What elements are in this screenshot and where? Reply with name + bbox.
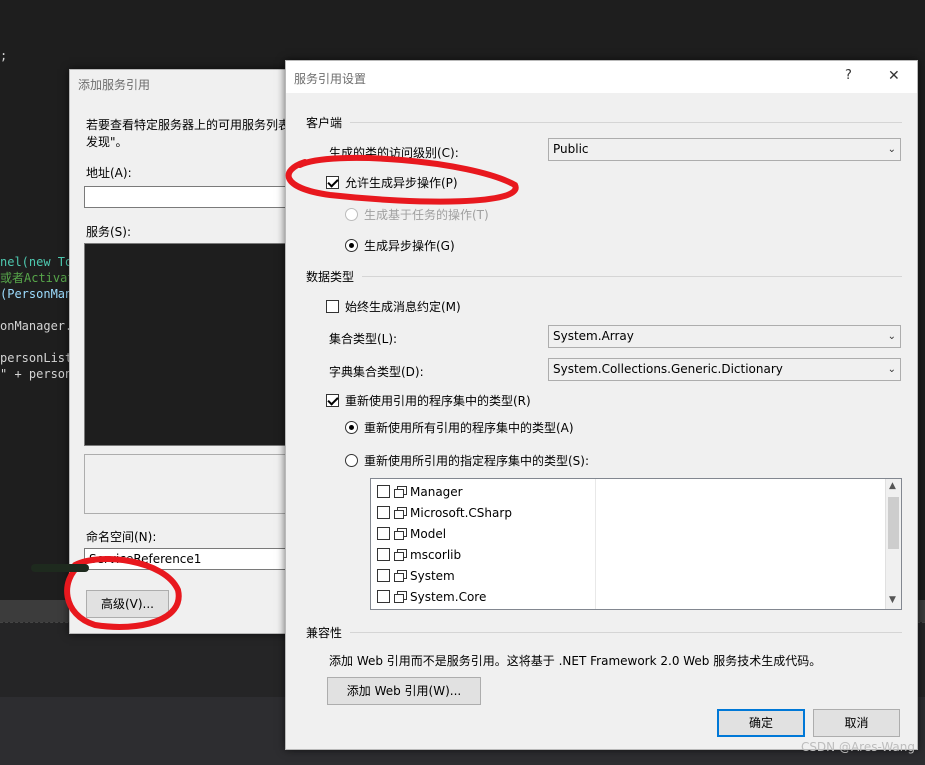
annotation-overlay — [31, 154, 519, 630]
annotation-ellipse-async — [285, 154, 519, 205]
watermark: CSDN @Ares-Wang — [800, 740, 915, 754]
